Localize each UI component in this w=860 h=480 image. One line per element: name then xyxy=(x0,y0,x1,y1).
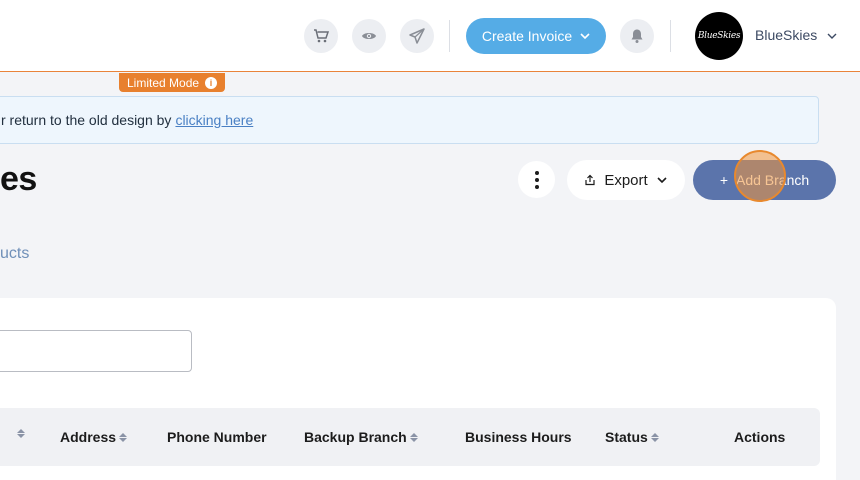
divider xyxy=(670,20,671,52)
export-label: Export xyxy=(604,171,648,189)
column-header-phone-number: Phone Number xyxy=(167,429,267,445)
add-branch-label: Add Branch xyxy=(736,172,810,188)
bell-icon xyxy=(631,29,643,43)
create-invoice-button[interactable]: Create Invoice xyxy=(466,18,606,54)
column-header-actions: Actions xyxy=(734,429,786,445)
limited-mode-badge[interactable]: Limited Mode i xyxy=(119,73,226,92)
page-title: es xyxy=(0,160,37,198)
cart-icon xyxy=(314,29,329,43)
divider xyxy=(449,20,450,52)
share-icon xyxy=(585,174,595,186)
add-branch-button[interactable]: + Add Branch xyxy=(693,160,836,200)
sort-icon xyxy=(409,432,418,442)
notifications-button[interactable] xyxy=(620,19,654,53)
sort-icon xyxy=(17,429,25,438)
column-header-address[interactable]: Address xyxy=(60,429,128,445)
chevron-down-icon xyxy=(657,177,667,184)
column-header-status[interactable]: Status xyxy=(605,429,659,445)
column-header-name[interactable] xyxy=(14,429,25,438)
avatar-logo-text: BlueSkies xyxy=(697,31,741,41)
banner-text: r return to the old design by xyxy=(1,112,172,128)
avatar[interactable]: BlueSkies xyxy=(695,12,743,60)
create-invoice-label: Create Invoice xyxy=(481,28,573,44)
kebab-dot xyxy=(534,184,539,189)
eye-icon xyxy=(362,33,376,39)
column-header-business-hours: Business Hours xyxy=(465,429,572,445)
design-notice-banner: r return to the old design by clicking h… xyxy=(0,96,819,144)
send-icon xyxy=(409,28,425,44)
plus-icon: + xyxy=(719,172,728,188)
kebab-dot xyxy=(534,170,539,175)
account-name[interactable]: BlueSkies xyxy=(755,27,817,43)
chevron-down-icon[interactable] xyxy=(827,31,837,41)
preview-button[interactable] xyxy=(352,19,386,53)
more-options-button[interactable] xyxy=(518,161,555,198)
chevron-down-icon xyxy=(580,33,590,40)
top-bar: Create Invoice BlueSkies BlueSkies xyxy=(0,0,860,72)
column-header-backup-branch[interactable]: Backup Branch xyxy=(304,429,418,445)
limited-mode-label: Limited Mode xyxy=(127,75,200,90)
tab-products[interactable]: ucts xyxy=(0,245,29,263)
sort-icon xyxy=(119,432,128,442)
cart-button[interactable] xyxy=(304,19,338,53)
export-button[interactable]: Export xyxy=(567,160,685,200)
search-input[interactable] xyxy=(0,330,192,372)
info-icon: i xyxy=(205,76,218,89)
old-design-link[interactable]: clicking here xyxy=(175,112,253,128)
send-button[interactable] xyxy=(400,19,434,53)
kebab-dot xyxy=(534,177,539,182)
sort-icon xyxy=(650,432,659,442)
